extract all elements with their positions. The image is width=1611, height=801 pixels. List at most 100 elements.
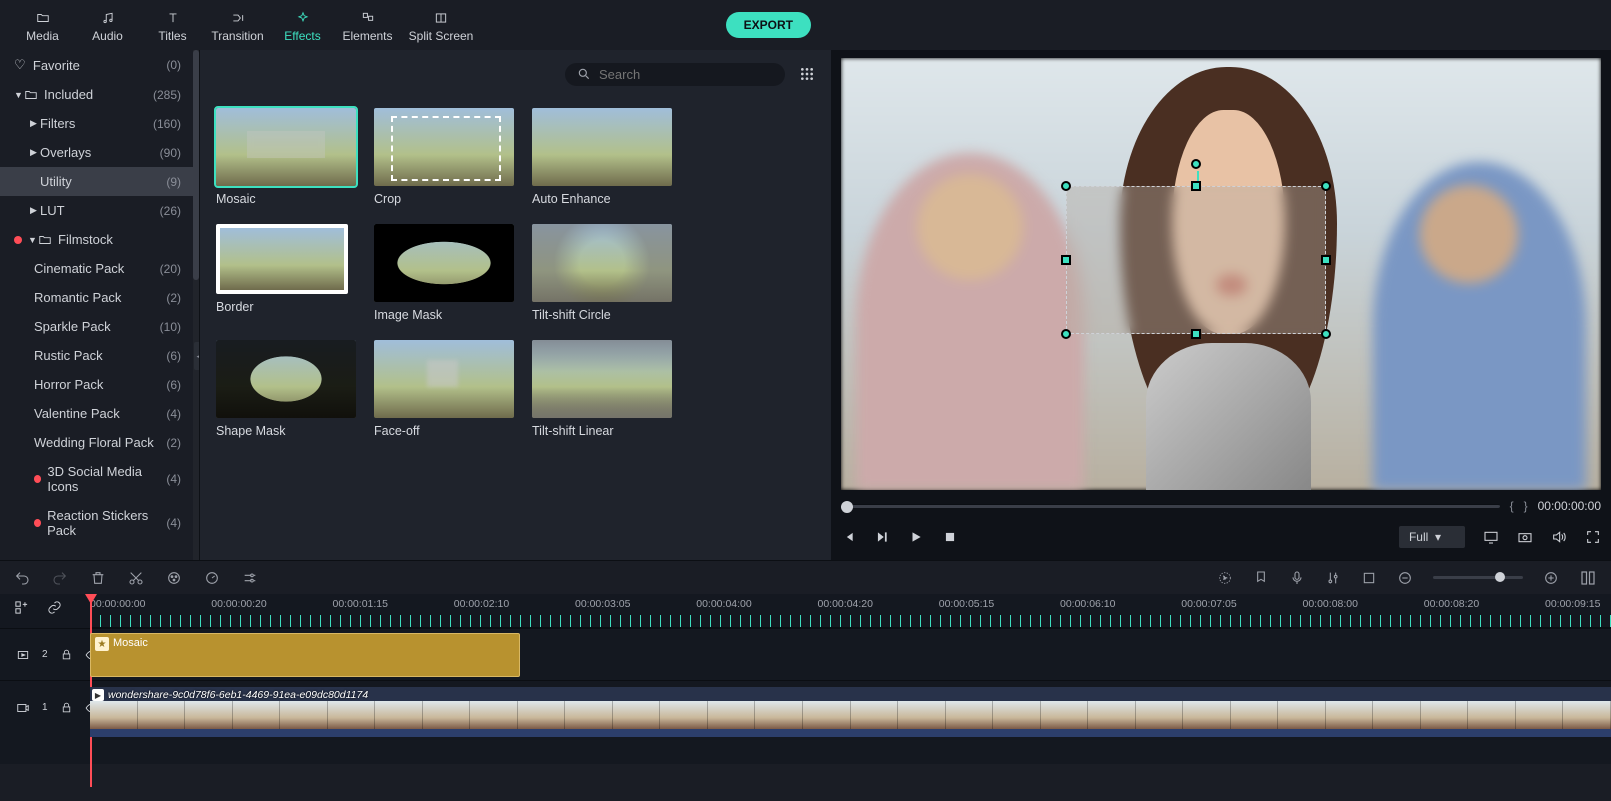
resize-handle-br[interactable] (1321, 329, 1331, 339)
resize-handle-ml[interactable] (1061, 255, 1071, 265)
effect-thumb-mosaic[interactable]: Mosaic (216, 108, 356, 206)
sidebar-item-utility[interactable]: Utility (9) (0, 167, 199, 196)
fullscreen-icon[interactable] (1585, 529, 1601, 545)
sidebar-label: Romantic Pack (34, 290, 121, 305)
tab-splitscreen[interactable]: Split Screen (400, 7, 482, 43)
cut-button[interactable] (128, 570, 144, 586)
voiceover-button[interactable] (1289, 570, 1305, 586)
preview-scrubber[interactable]: { } 00:00:00:00 (841, 494, 1601, 518)
video-frame (993, 701, 1041, 729)
effect-thumb-shape-mask[interactable]: Shape Mask (216, 340, 356, 438)
video-frame (803, 701, 851, 729)
effect-thumb-tilt-shift-linear[interactable]: Tilt-shift Linear (532, 340, 672, 438)
tab-audio[interactable]: Audio (75, 7, 140, 43)
render-button[interactable] (1217, 570, 1233, 586)
tab-media[interactable]: Media (10, 7, 75, 43)
crop-button[interactable] (1361, 570, 1377, 586)
zoom-slider[interactable] (1433, 576, 1523, 579)
mark-out[interactable]: } (1524, 499, 1528, 513)
sidebar-pack-item[interactable]: Valentine Pack(4) (0, 399, 199, 428)
export-button[interactable]: EXPORT (726, 12, 811, 38)
scrub-track[interactable] (841, 504, 1500, 508)
undo-button[interactable] (14, 570, 30, 586)
marker-button[interactable] (1253, 570, 1269, 586)
sidebar-pack-item[interactable]: Horror Pack(6) (0, 370, 199, 399)
stop-button[interactable] (943, 530, 957, 544)
grid-view-icon[interactable] (799, 66, 815, 82)
rotate-handle[interactable] (1191, 159, 1201, 169)
sidebar-item-favorite[interactable]: ♡ Favorite (0) (0, 50, 199, 80)
play-pause-button[interactable] (875, 530, 889, 544)
sidebar-item-overlays[interactable]: ▶ Overlays (90) (0, 138, 199, 167)
effect-clip-mosaic[interactable]: ★ Mosaic (90, 633, 520, 677)
video-frame (470, 701, 518, 729)
tab-effects[interactable]: Effects (270, 7, 335, 43)
sidebar-pack-item[interactable]: Romantic Pack(2) (0, 283, 199, 312)
resize-handle-mr[interactable] (1321, 255, 1331, 265)
sidebar-item-included[interactable]: ▼ Included (285) (0, 80, 199, 109)
delete-button[interactable] (90, 570, 106, 586)
volume-icon[interactable] (1551, 529, 1567, 545)
redo-button[interactable] (52, 570, 68, 586)
video-frame (1041, 701, 1089, 729)
effect-thumb-tilt-shift-circle[interactable]: Tilt-shift Circle (532, 224, 672, 322)
zoom-fit-button[interactable] (1579, 569, 1597, 587)
mark-in[interactable]: { (1510, 499, 1514, 513)
sidebar-label: Rustic Pack (34, 348, 103, 363)
monitor-icon[interactable] (1483, 529, 1499, 545)
play-button[interactable] (909, 530, 923, 544)
preview-timecode: 00:00:00:00 (1538, 499, 1601, 513)
resize-handle-bm[interactable] (1191, 329, 1201, 339)
effect-thumb-image-mask[interactable]: Image Mask (374, 224, 514, 322)
zoom-knob[interactable] (1495, 572, 1505, 582)
resize-handle-tm[interactable] (1191, 181, 1201, 191)
sidebar-pack-item[interactable]: 3D Social Media Icons(4) (0, 457, 199, 501)
tab-titles[interactable]: Titles (140, 7, 205, 43)
lock-icon[interactable] (60, 701, 73, 714)
sidebar-collapse-handle[interactable]: ◀ (194, 342, 200, 370)
settings-button[interactable] (242, 570, 258, 586)
add-track-button[interactable] (14, 600, 29, 615)
lock-icon[interactable] (60, 648, 73, 661)
sidebar-pack-item[interactable]: Cinematic Pack(20) (0, 254, 199, 283)
search-field[interactable] (599, 67, 775, 82)
resize-handle-bl[interactable] (1061, 329, 1071, 339)
sidebar-scrollbar[interactable] (193, 50, 199, 560)
video-clip[interactable]: ▶ wondershare-9c0d78f6-6eb1-4469-91ea-e0… (90, 687, 1611, 729)
audio-mixer-button[interactable] (1325, 570, 1341, 586)
sidebar-item-filters[interactable]: ▶ Filters (160) (0, 109, 199, 138)
link-button[interactable] (47, 600, 62, 615)
resize-handle-tl[interactable] (1061, 181, 1071, 191)
scrub-knob[interactable] (841, 501, 853, 513)
zoom-in-button[interactable] (1543, 570, 1559, 586)
thumb-image (216, 224, 348, 294)
track-video: 1 ▶ wondershare-9c0d78f6-6eb1-4469-91ea-… (0, 680, 1611, 734)
sidebar-item-lut[interactable]: ▶ LUT (26) (0, 196, 199, 225)
sidebar-item-filmstock[interactable]: ▼ Filmstock (0, 225, 199, 254)
snapshot-icon[interactable] (1517, 529, 1533, 545)
timeline-ruler[interactable]: 00:00:00:0000:00:00:2000:00:01:1500:00:0… (90, 594, 1611, 628)
sidebar-label: Filmstock (58, 232, 113, 247)
quality-select[interactable]: Full ▾ (1399, 526, 1465, 548)
sidebar-pack-item[interactable]: Wedding Floral Pack(2) (0, 428, 199, 457)
search-input[interactable] (565, 63, 785, 86)
effect-thumb-auto-enhance[interactable]: Auto Enhance (532, 108, 672, 206)
zoom-out-button[interactable] (1397, 570, 1413, 586)
speed-button[interactable] (204, 570, 220, 586)
tab-transition[interactable]: Transition (205, 7, 270, 43)
mosaic-selection[interactable] (1066, 186, 1326, 334)
effect-thumb-face-off[interactable]: Face-off (374, 340, 514, 438)
tab-label: Elements (335, 29, 400, 43)
preview-viewer[interactable] (841, 58, 1601, 490)
sidebar-pack-item[interactable]: Sparkle Pack(10) (0, 312, 199, 341)
tab-elements[interactable]: Elements (335, 7, 400, 43)
effect-thumb-border[interactable]: Border (216, 224, 356, 322)
effect-thumb-crop[interactable]: Crop (374, 108, 514, 206)
prev-frame-button[interactable] (841, 530, 855, 544)
caret-down-icon: ▼ (28, 235, 38, 245)
color-button[interactable] (166, 570, 182, 586)
sidebar-pack-item[interactable]: Reaction Stickers Pack(4) (0, 501, 199, 545)
resize-handle-tr[interactable] (1321, 181, 1331, 191)
video-frame (423, 701, 471, 729)
sidebar-pack-item[interactable]: Rustic Pack(6) (0, 341, 199, 370)
